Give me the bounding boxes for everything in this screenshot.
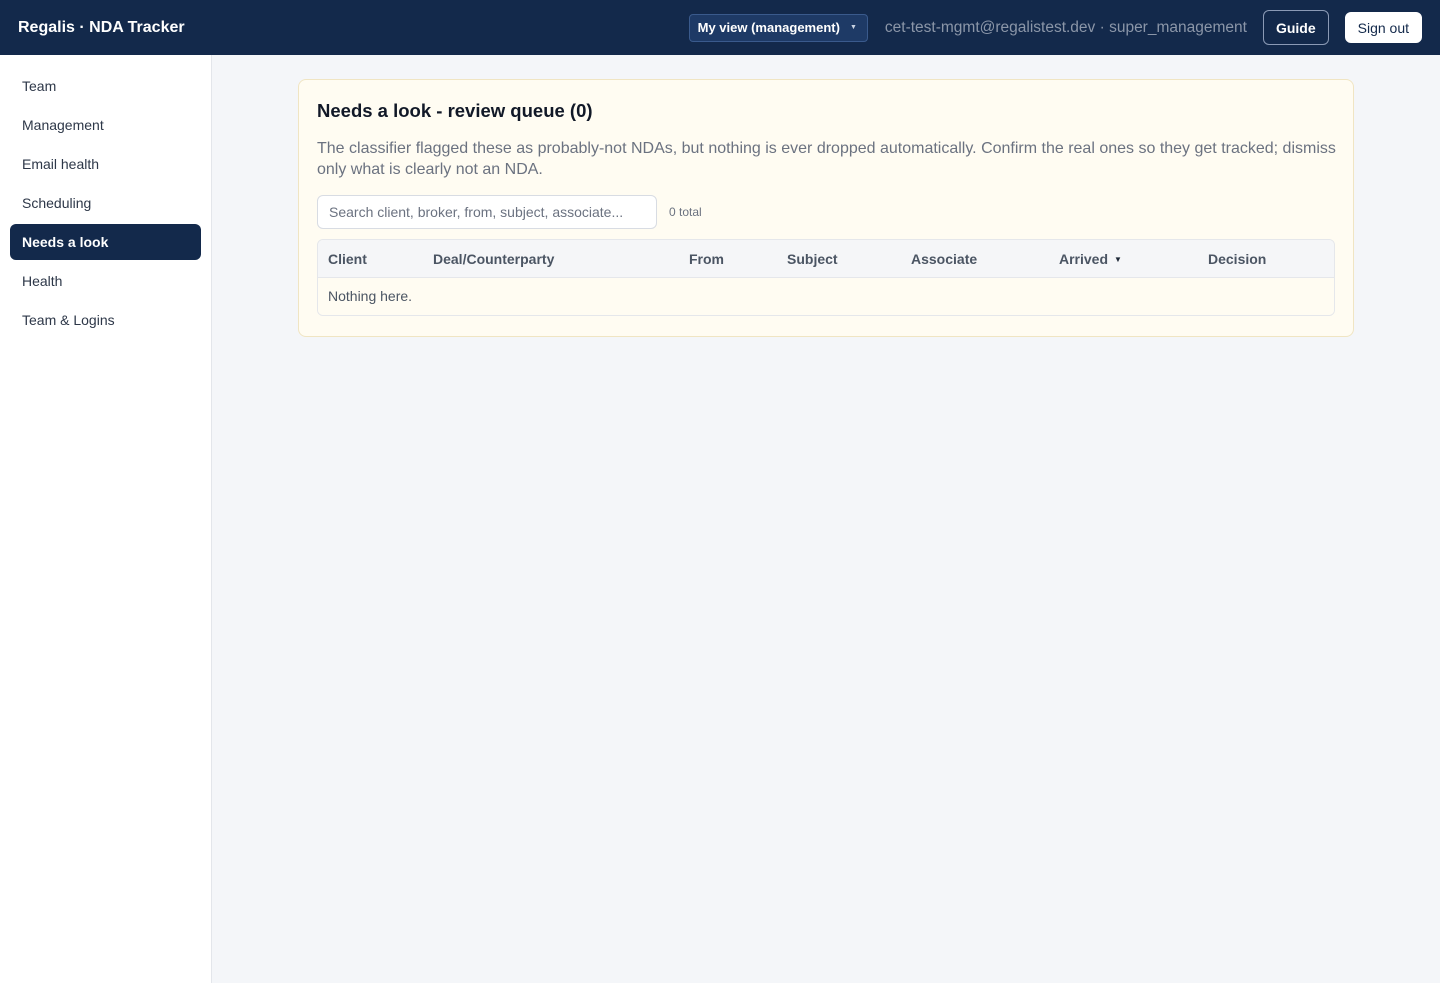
total-count: 0 total (669, 205, 702, 219)
app-title: Regalis · NDA Tracker (18, 18, 185, 36)
sign-out-button[interactable]: Sign out (1344, 12, 1422, 43)
sidebar-item-email-health[interactable]: Email health (10, 146, 201, 182)
column-header-client[interactable]: Client (318, 251, 423, 267)
sidebar-item-team-logins[interactable]: Team & Logins (10, 302, 201, 338)
top-bar-actions: My view (management) ▼ cet-test-mgmt@reg… (688, 10, 1422, 45)
table-header: Client Deal/Counterparty From Subject As… (318, 240, 1334, 278)
sort-descending-icon: ▼ (1114, 255, 1122, 265)
review-table: Client Deal/Counterparty From Subject As… (317, 239, 1335, 316)
sidebar-item-scheduling[interactable]: Scheduling (10, 185, 201, 221)
page-title: Needs a look - review queue (0) (317, 100, 593, 121)
sidebar-item-health[interactable]: Health (10, 263, 201, 299)
guide-button[interactable]: Guide (1262, 10, 1329, 45)
review-queue-card: Needs a look - review queue (0) The clas… (298, 79, 1354, 337)
column-header-decision[interactable]: Decision (1198, 251, 1328, 267)
empty-message: Nothing here. (318, 278, 1334, 315)
search-input[interactable] (317, 195, 657, 229)
user-info: cet-test-mgmt@regalistest.dev · super_ma… (884, 18, 1247, 36)
chevron-down-icon: ▼ (849, 24, 857, 31)
view-select-label: My view (management) (697, 20, 840, 35)
column-header-arrived[interactable]: Arrived ▼ (1049, 251, 1198, 267)
sidebar: Team Management Email health Scheduling … (0, 55, 212, 983)
column-header-deal-counterparty[interactable]: Deal/Counterparty (423, 251, 679, 267)
sidebar-item-team[interactable]: Team (10, 68, 201, 104)
page-description: The classifier flagged these as probably… (317, 140, 1336, 178)
column-header-arrived-label: Arrived (1059, 250, 1109, 267)
column-header-associate[interactable]: Associate (901, 251, 1049, 267)
sidebar-item-needs-a-look[interactable]: Needs a look (10, 224, 201, 260)
view-select[interactable]: My view (management) ▼ (688, 13, 868, 42)
top-bar: Regalis · NDA Tracker My view (managemen… (0, 0, 1440, 55)
sidebar-item-management[interactable]: Management (10, 107, 201, 143)
search-row: 0 total (317, 195, 1335, 229)
column-header-from[interactable]: From (679, 251, 777, 267)
column-header-subject[interactable]: Subject (777, 251, 901, 267)
